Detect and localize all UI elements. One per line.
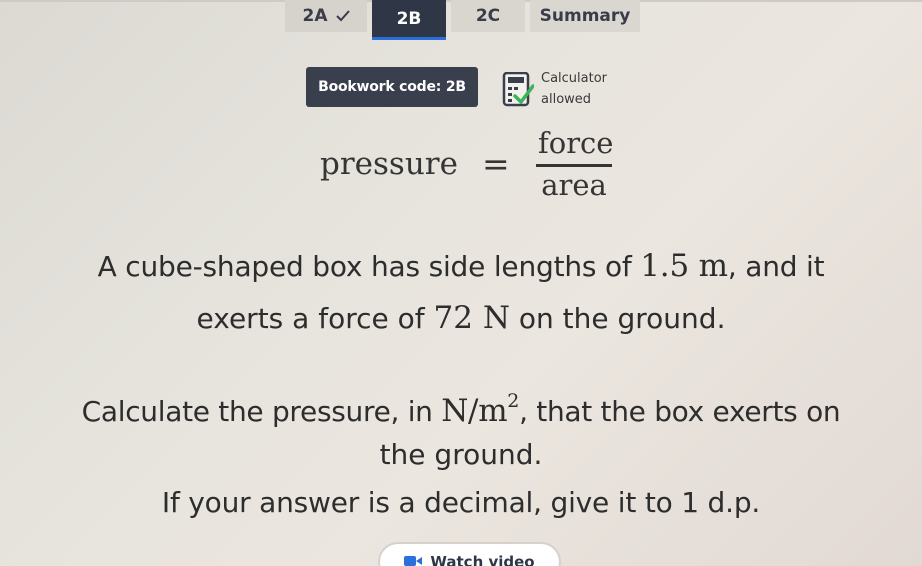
tab-summary[interactable]: Summary bbox=[530, 0, 640, 32]
q2-text-a: exerts a force of bbox=[196, 302, 434, 335]
tab-2a[interactable]: 2A bbox=[285, 0, 367, 32]
watch-video-button[interactable]: Watch video bbox=[378, 542, 561, 566]
q1-text-a: A cube-shaped box has side lengths of bbox=[97, 250, 641, 283]
formula-numerator: force bbox=[538, 126, 614, 160]
bookwork-code-badge: Bookwork code: 2B bbox=[306, 67, 478, 107]
calculator-line2: allowed bbox=[541, 92, 592, 107]
bookwork-code-label: Bookwork code: 2B bbox=[318, 79, 466, 95]
watch-video-label: Watch video bbox=[430, 553, 535, 566]
q1-math: 1.5 m bbox=[640, 248, 728, 284]
formula-equals: = bbox=[482, 144, 510, 183]
check-icon bbox=[335, 10, 350, 22]
tab-summary-label: Summary bbox=[539, 6, 631, 26]
q1-text-b: , and it bbox=[727, 250, 825, 283]
q3-superscript: 2 bbox=[507, 390, 520, 412]
tab-2a-label: 2A bbox=[302, 6, 328, 26]
question-line-3: Calculate the pressure, in N/m2, that th… bbox=[0, 390, 922, 429]
tab-2c-label: 2C bbox=[475, 6, 501, 26]
q3-math: N/m bbox=[441, 393, 508, 429]
q3-text-a: Calculate the pressure, in bbox=[81, 395, 442, 428]
question-line-2: exerts a force of 72 N on the ground. bbox=[0, 300, 922, 336]
question-line-4: the ground. bbox=[379, 438, 543, 471]
tab-2b[interactable]: 2B bbox=[372, 0, 446, 40]
formula-lhs: pressure bbox=[320, 146, 458, 182]
pressure-formula: pressure = force area bbox=[320, 124, 620, 208]
q3-text-b: , that the box exerts on bbox=[519, 395, 841, 428]
tab-2c[interactable]: 2C bbox=[451, 0, 525, 32]
calculator-allowed-text: Calculator allowed bbox=[541, 68, 607, 110]
video-icon bbox=[404, 556, 423, 566]
calculator-check-icon bbox=[502, 72, 534, 107]
question-line-1: A cube-shaped box has side lengths of 1.… bbox=[0, 248, 922, 284]
calculator-line1: Calculator bbox=[541, 71, 608, 86]
formula-denominator: area bbox=[541, 168, 607, 202]
tab-2b-label: 2B bbox=[396, 8, 422, 29]
question-tabs: 2A 2B 2C Summary bbox=[0, 0, 922, 40]
q2-math: 72 N bbox=[433, 300, 510, 336]
fraction-bar bbox=[536, 164, 612, 167]
q2-text-b: on the ground. bbox=[509, 302, 726, 335]
question-line-5: If your answer is a decimal, give it to … bbox=[161, 486, 761, 519]
